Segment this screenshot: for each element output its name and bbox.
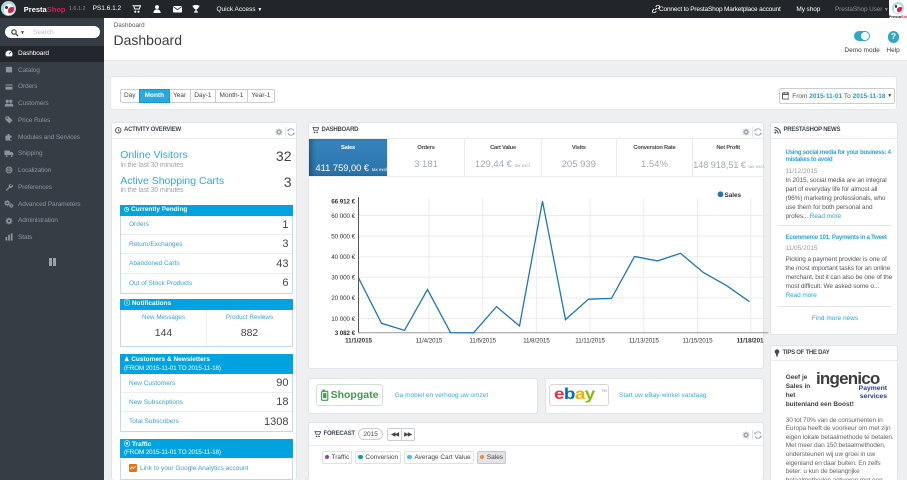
svg-text:20 000 €: 20 000 € — [331, 295, 355, 302]
svg-text:10 000 €: 10 000 € — [331, 316, 355, 323]
svg-text:66 912 €: 66 912 € — [331, 199, 355, 206]
svg-text:11/1/2015: 11/1/2015 — [345, 338, 372, 345]
svg-text:Sales: Sales — [725, 192, 742, 199]
svg-text:40 000 €: 40 000 € — [331, 254, 355, 261]
svg-text:3 082 €: 3 082 € — [335, 330, 356, 337]
svg-text:11/4/2015: 11/4/2015 — [416, 338, 443, 345]
svg-text:60 000 €: 60 000 € — [331, 213, 355, 220]
svg-text:30 000 €: 30 000 € — [331, 275, 355, 282]
svg-text:11/13/2015: 11/13/2015 — [629, 338, 660, 345]
svg-text:11/6/2015: 11/6/2015 — [469, 338, 496, 345]
svg-text:50 000 €: 50 000 € — [331, 233, 355, 240]
svg-text:11/18/201: 11/18/201 — [737, 338, 764, 345]
svg-text:11/15/2015: 11/15/2015 — [682, 338, 713, 345]
svg-text:11/11/2015: 11/11/2015 — [575, 338, 605, 345]
svg-text:11/8/2015: 11/8/2015 — [523, 338, 550, 345]
